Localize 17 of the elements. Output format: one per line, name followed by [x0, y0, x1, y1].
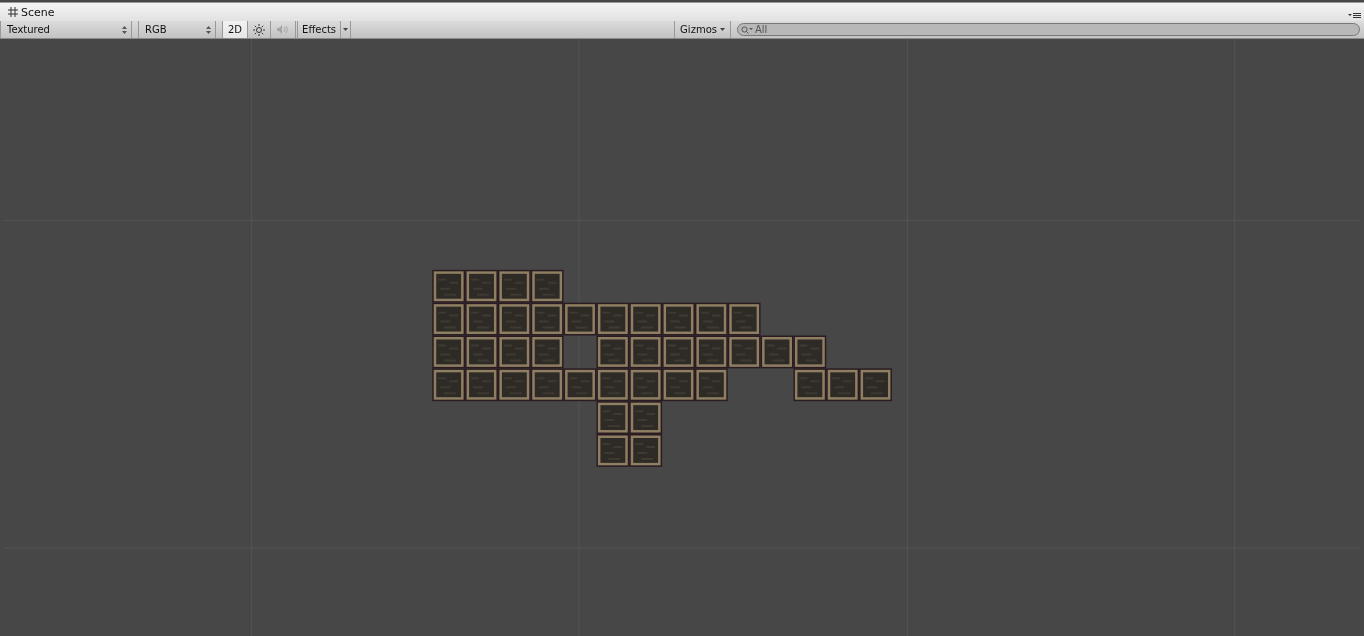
- 2d-toggle[interactable]: 2D: [223, 21, 249, 38]
- window-title: Scene: [21, 5, 55, 19]
- render-mode-dropdown[interactable]: RGB: [138, 21, 216, 38]
- caret-icon: [719, 28, 725, 31]
- grid-icon: [8, 7, 18, 17]
- speaker-icon: [276, 24, 291, 35]
- effects-menu-button[interactable]: [341, 21, 352, 38]
- search-field[interactable]: All: [736, 23, 1360, 36]
- effects-button[interactable]: Effects: [298, 21, 342, 38]
- menu-icon[interactable]: [1348, 12, 1361, 19]
- updown-icon: [206, 25, 211, 34]
- gizmos-button[interactable]: Gizmos: [674, 21, 731, 38]
- updown-icon: [122, 25, 127, 34]
- search-icon: [740, 25, 754, 34]
- sun-icon: [253, 23, 266, 36]
- caret-icon: [343, 28, 349, 31]
- draw-mode-dropdown[interactable]: Textured: [0, 21, 132, 38]
